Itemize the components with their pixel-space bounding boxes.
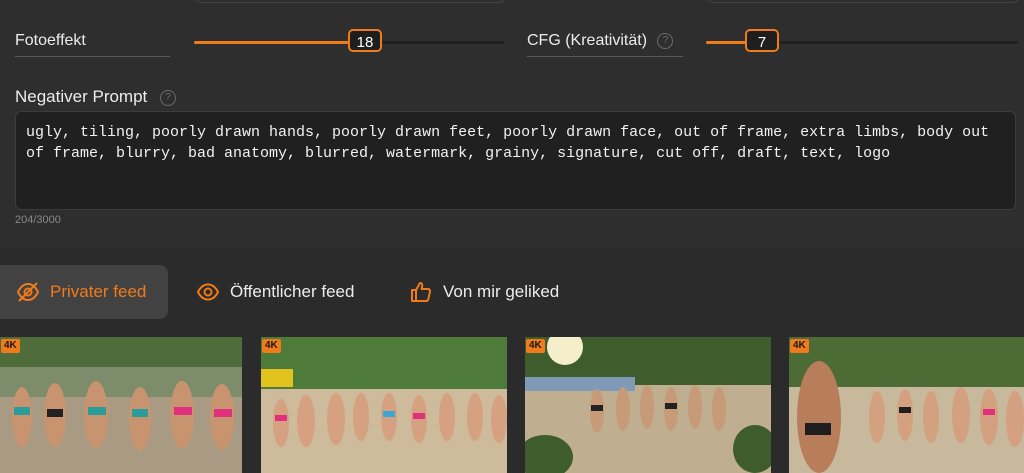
photo-effect-slider-fill [194, 41, 365, 44]
generated-image [525, 337, 771, 473]
tab-public-feed[interactable]: Öffentlicher feed [196, 265, 354, 319]
settings-panel: Fotoeffekt 18 CFG (Kreativität) ? 7 Nega… [0, 0, 1024, 248]
photo-effect-label-text: Fotoeffekt [15, 32, 86, 49]
negative-prompt-textarea[interactable]: ugly, tiling, poorly drawn hands, poorly… [15, 111, 1016, 210]
gallery-image-card[interactable]: 4K [525, 337, 771, 473]
upper-field-edge[interactable] [195, 0, 505, 3]
generated-image [261, 337, 507, 473]
tab-liked-by-me-label: Von mir geliked [443, 282, 560, 301]
thumbs-up-icon [411, 282, 432, 302]
upper-field-edge[interactable] [707, 0, 1019, 3]
tab-private-feed[interactable]: Privater feed [0, 265, 168, 319]
feed-tabs: Privater feed Öffentlicher feed Von mir … [0, 265, 1024, 319]
tab-public-feed-label: Öffentlicher feed [230, 282, 355, 301]
help-icon[interactable]: ? [160, 89, 177, 106]
gallery-image-card[interactable]: 4K [0, 337, 242, 473]
photo-effect-slider-thumb[interactable]: 18 [348, 29, 382, 52]
negative-prompt-title: Negativer Prompt [15, 87, 148, 106]
resolution-badge: 4K [790, 339, 809, 353]
resolution-badge: 4K [526, 339, 545, 353]
eye-off-icon [16, 282, 40, 302]
eye-icon [196, 283, 220, 301]
resolution-badge: 4K [262, 339, 281, 353]
negative-prompt-heading: Negativer Prompt ? [15, 86, 177, 108]
generated-image [0, 337, 242, 473]
generated-image [789, 337, 1024, 473]
image-gallery: 4K 4K 4K 4K [0, 337, 1024, 473]
help-icon[interactable]: ? [657, 33, 674, 49]
resolution-badge: 4K [1, 339, 20, 353]
gallery-image-card[interactable]: 4K [261, 337, 507, 473]
gallery-image-card[interactable]: 4K [789, 337, 1024, 473]
character-counter: 204/3000 [15, 214, 61, 226]
photo-effect-label: Fotoeffekt [15, 30, 170, 57]
tab-liked-by-me[interactable]: Von mir geliked [409, 265, 559, 319]
tab-private-feed-label: Privater feed [50, 282, 147, 301]
cfg-creativity-slider-thumb[interactable]: 7 [745, 29, 779, 52]
cfg-creativity-label: CFG (Kreativität) ? [527, 30, 683, 57]
cfg-creativity-label-text: CFG (Kreativität) [527, 32, 648, 49]
